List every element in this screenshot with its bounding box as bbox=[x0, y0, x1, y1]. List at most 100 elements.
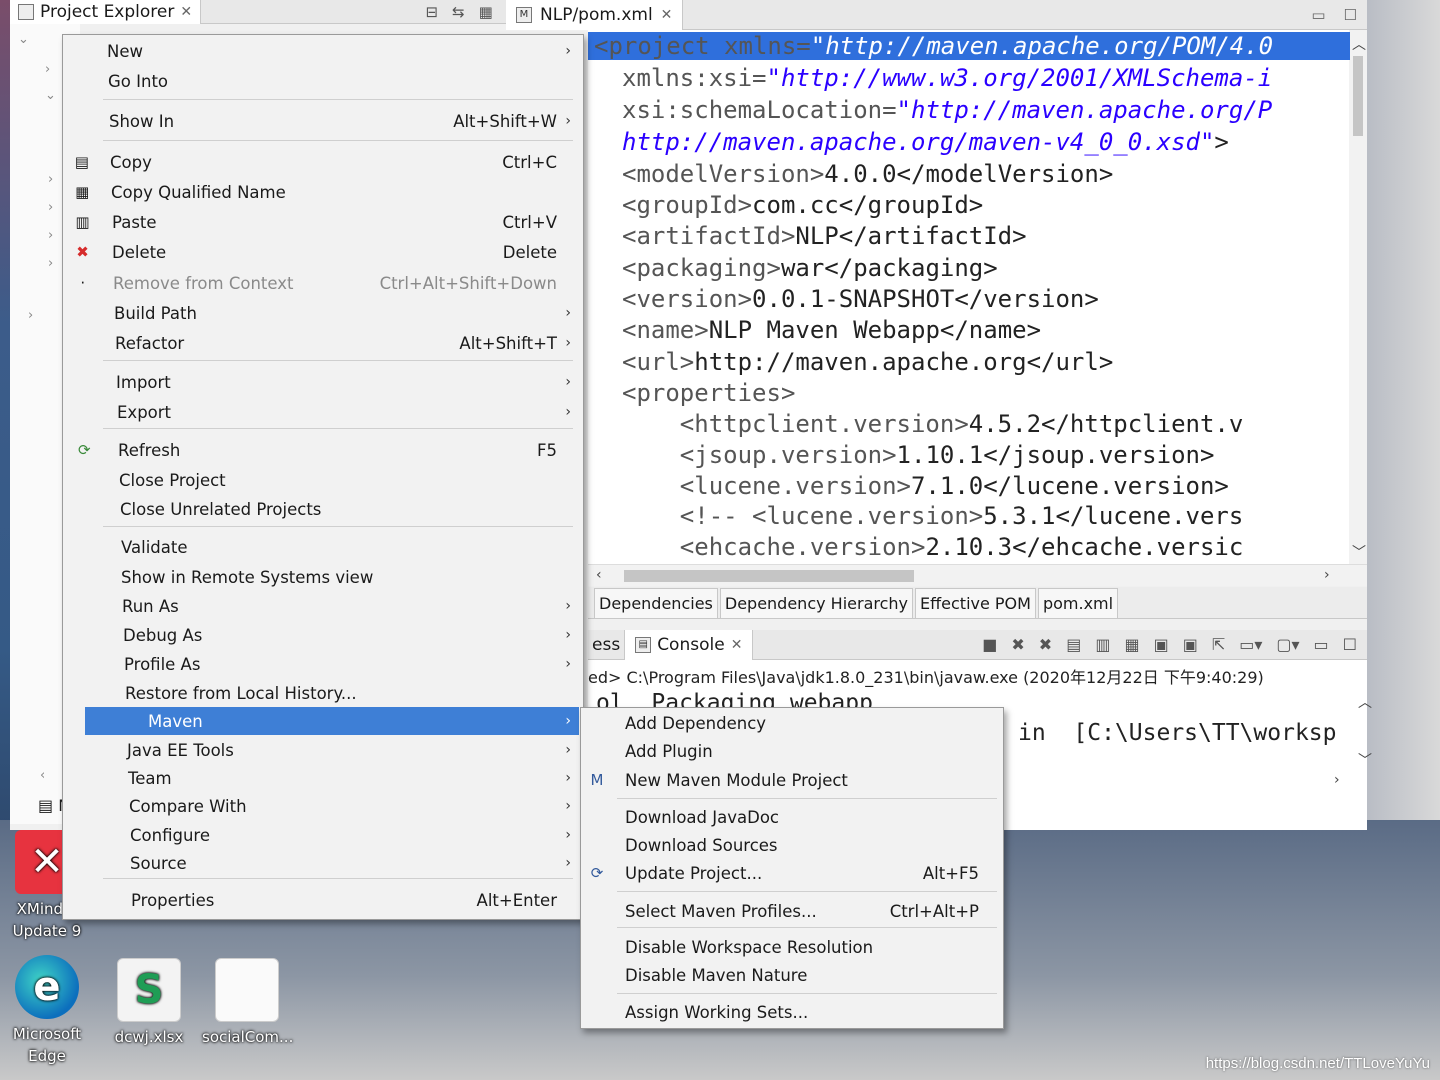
menu-item-close-unrelated-projects[interactable]: Close Unrelated Projects bbox=[63, 495, 583, 523]
maven-item-new-maven-module-project[interactable]: M New Maven Module Project bbox=[581, 766, 1003, 794]
close-icon[interactable]: ✕ bbox=[661, 7, 673, 23]
minimize-icon[interactable]: ▭ bbox=[1314, 635, 1329, 654]
menu-item-go-into[interactable]: Go Into bbox=[63, 67, 583, 95]
open-console-icon[interactable]: ▢▾ bbox=[1276, 635, 1299, 654]
code-line[interactable]: <jsoup.version>1.10.1</jsoup.version> bbox=[622, 441, 1215, 469]
maven-item-add-dependency[interactable]: Add Dependency bbox=[581, 709, 1003, 737]
menu-item-build-path[interactable]: Build Path › bbox=[63, 299, 583, 327]
chevron-down-icon[interactable]: ⌄ bbox=[45, 88, 56, 103]
menu-item-copy-qualified-name[interactable]: ▦ Copy Qualified Name bbox=[63, 178, 583, 206]
menu-item-configure[interactable]: Configure › bbox=[63, 821, 583, 849]
show-on-output-icon[interactable]: ▣ bbox=[1154, 635, 1169, 654]
scroll-thumb[interactable] bbox=[1353, 56, 1363, 136]
code-line[interactable]: xsi:schemaLocation="http://maven.apache.… bbox=[622, 96, 1272, 124]
code-line[interactable]: <name>NLP Maven Webapp</name> bbox=[622, 316, 1041, 344]
tab-pom-dependencies[interactable]: Dependencies bbox=[594, 588, 718, 618]
chevron-right-icon[interactable]: › bbox=[48, 200, 53, 215]
code-line-selected[interactable]: <project xmlns="http://maven.apache.org/… bbox=[588, 32, 1350, 60]
code-line[interactable]: http://maven.apache.org/maven-v4_0_0.xsd… bbox=[622, 128, 1229, 156]
tab-console[interactable]: ▤ Console ✕ bbox=[624, 629, 754, 660]
scroll-up-icon[interactable]: ︿ bbox=[1358, 692, 1372, 712]
filter-icon[interactable]: ▦ bbox=[479, 3, 493, 21]
scroll-down-icon[interactable]: ﹀ bbox=[1352, 542, 1366, 562]
menu-item-refresh[interactable]: ⟳ Refresh F5 bbox=[63, 436, 583, 464]
maven-item-select-maven-profiles[interactable]: Select Maven Profiles... Ctrl+Alt+P bbox=[581, 897, 1003, 925]
desktop-icon-xlsx[interactable]: S dcwj.xlsx bbox=[104, 958, 194, 1048]
tab-progress-fragment[interactable]: ess bbox=[588, 635, 624, 655]
menu-item-import[interactable]: Import › bbox=[63, 368, 583, 396]
code-line[interactable]: <packaging>war</packaging> bbox=[622, 254, 998, 282]
menu-item-close-project[interactable]: Close Project bbox=[63, 466, 583, 494]
menu-item-restore-from-local-history[interactable]: Restore from Local History... bbox=[63, 679, 583, 707]
maven-item-add-plugin[interactable]: Add Plugin bbox=[581, 737, 1003, 765]
menu-item-refactor[interactable]: Refactor Alt+Shift+T › bbox=[63, 329, 583, 357]
maven-item-update-project[interactable]: ⟳ Update Project... Alt+F5 bbox=[581, 859, 1003, 887]
pin-console-icon[interactable]: ⇱ bbox=[1212, 635, 1225, 654]
desktop-icon-edge[interactable]: e Microsoft Edge bbox=[2, 955, 92, 1067]
remove-launch-icon[interactable]: ✖ bbox=[1011, 635, 1024, 654]
menu-item-copy[interactable]: ▤ Copy Ctrl+C bbox=[63, 148, 583, 176]
minimize-icon[interactable]: ▭ bbox=[1311, 6, 1325, 24]
scroll-down-icon[interactable]: ﹀ bbox=[1358, 750, 1372, 770]
chevron-right-icon[interactable]: › bbox=[28, 308, 33, 323]
code-line[interactable]: <url>http://maven.apache.org</url> bbox=[622, 348, 1113, 376]
close-icon[interactable]: ✕ bbox=[731, 637, 743, 653]
close-icon[interactable]: ✕ bbox=[180, 4, 192, 20]
tab-pom-xml[interactable]: M NLP/pom.xml ✕ bbox=[506, 0, 684, 30]
menu-item-run-as[interactable]: Run As › bbox=[63, 592, 583, 620]
menu-item-properties[interactable]: Properties Alt+Enter bbox=[63, 886, 583, 914]
maven-item-assign-working-sets[interactable]: Assign Working Sets... bbox=[581, 998, 1003, 1026]
scroll-up-icon[interactable]: ︿ bbox=[1352, 34, 1366, 54]
code-line[interactable]: <modelVersion>4.0.0</modelVersion> bbox=[622, 160, 1113, 188]
scroll-left-icon[interactable]: ‹ bbox=[596, 567, 602, 583]
maven-item-disable-workspace-resolution[interactable]: Disable Workspace Resolution bbox=[581, 933, 1003, 961]
menu-item-export[interactable]: Export › bbox=[63, 398, 583, 426]
menu-item-maven[interactable]: Maven › bbox=[85, 707, 579, 735]
display-console-icon[interactable]: ▭▾ bbox=[1239, 635, 1262, 654]
menu-item-validate[interactable]: Validate bbox=[63, 533, 583, 561]
maximize-icon[interactable]: ☐ bbox=[1343, 635, 1357, 654]
maven-item-disable-maven-nature[interactable]: Disable Maven Nature bbox=[581, 961, 1003, 989]
menu-item-source[interactable]: Source › bbox=[63, 849, 583, 877]
menu-item-java-ee-tools[interactable]: Java EE Tools › bbox=[63, 736, 583, 764]
chevron-right-icon[interactable]: › bbox=[45, 62, 50, 77]
code-line[interactable]: <version>0.0.1-SNAPSHOT</version> bbox=[622, 285, 1099, 313]
code-line[interactable]: <httpclient.version>4.5.2</httpclient.v bbox=[622, 410, 1244, 438]
terminate-icon[interactable]: ■ bbox=[982, 635, 997, 654]
desktop-icon-file[interactable]: socialCom... bbox=[202, 958, 293, 1048]
menu-item-compare-with[interactable]: Compare With › bbox=[63, 792, 583, 820]
maven-item-download-javadoc[interactable]: Download JavaDoc bbox=[581, 803, 1003, 831]
link-editor-icon[interactable]: ⇆ bbox=[452, 3, 465, 21]
code-line[interactable]: <!-- <lucene.version>5.3.1</lucene.vers bbox=[622, 502, 1244, 530]
menu-item-remove-from-context[interactable]: · Remove from Context Ctrl+Alt+Shift+Down bbox=[63, 269, 583, 297]
vertical-scrollbar[interactable]: ︿ ﹀ bbox=[1349, 30, 1367, 564]
chevron-right-icon[interactable]: › bbox=[48, 256, 53, 271]
remove-all-icon[interactable]: ✖ bbox=[1039, 635, 1052, 654]
tab-pom-pom-xml[interactable]: pom.xml bbox=[1037, 588, 1119, 618]
chevron-right-icon[interactable]: › bbox=[48, 172, 53, 187]
menu-item-delete[interactable]: ✖ Delete Delete bbox=[63, 238, 583, 266]
code-line[interactable]: <properties> bbox=[622, 379, 795, 407]
clear-console-icon[interactable]: ▤ bbox=[1066, 635, 1081, 654]
scroll-left-icon[interactable]: ‹ bbox=[40, 768, 45, 783]
chevron-right-icon[interactable]: › bbox=[48, 228, 53, 243]
code-line[interactable]: <artifactId>NLP</artifactId> bbox=[622, 222, 1027, 250]
chevron-down-icon[interactable]: ⌄ bbox=[18, 32, 29, 47]
tab-project-explorer[interactable]: Project Explorer ✕ bbox=[10, 0, 202, 24]
code-line[interactable]: xmlns:xsi="http://www.w3.org/2001/XMLSch… bbox=[622, 64, 1272, 92]
code-line[interactable]: <groupId>com.cc</groupId> bbox=[622, 191, 983, 219]
scroll-right-icon[interactable]: › bbox=[1334, 772, 1340, 788]
word-wrap-icon[interactable]: ▦ bbox=[1124, 635, 1139, 654]
code-line[interactable]: <ehcache.version>2.10.3</ehcache.versic bbox=[622, 533, 1244, 561]
tab-pom-effective-pom[interactable]: Effective POM bbox=[915, 588, 1036, 618]
scroll-lock-icon[interactable]: ▥ bbox=[1095, 635, 1110, 654]
menu-item-new[interactable]: New › bbox=[63, 37, 583, 65]
menu-item-profile-as[interactable]: Profile As › bbox=[63, 650, 583, 678]
tab-pom-dependency-hierarchy[interactable]: Dependency Hierarchy bbox=[719, 588, 914, 618]
scroll-thumb[interactable] bbox=[624, 570, 914, 582]
menu-item-show-in-remote-systems-view[interactable]: Show in Remote Systems view bbox=[63, 563, 583, 591]
xml-editor[interactable]: ︿ ﹀ <project xmlns="http://maven.apache.… bbox=[588, 30, 1367, 564]
menu-item-debug-as[interactable]: Debug As › bbox=[63, 621, 583, 649]
maven-item-download-sources[interactable]: Download Sources bbox=[581, 831, 1003, 859]
horizontal-scrollbar[interactable]: ‹ › bbox=[588, 564, 1367, 586]
